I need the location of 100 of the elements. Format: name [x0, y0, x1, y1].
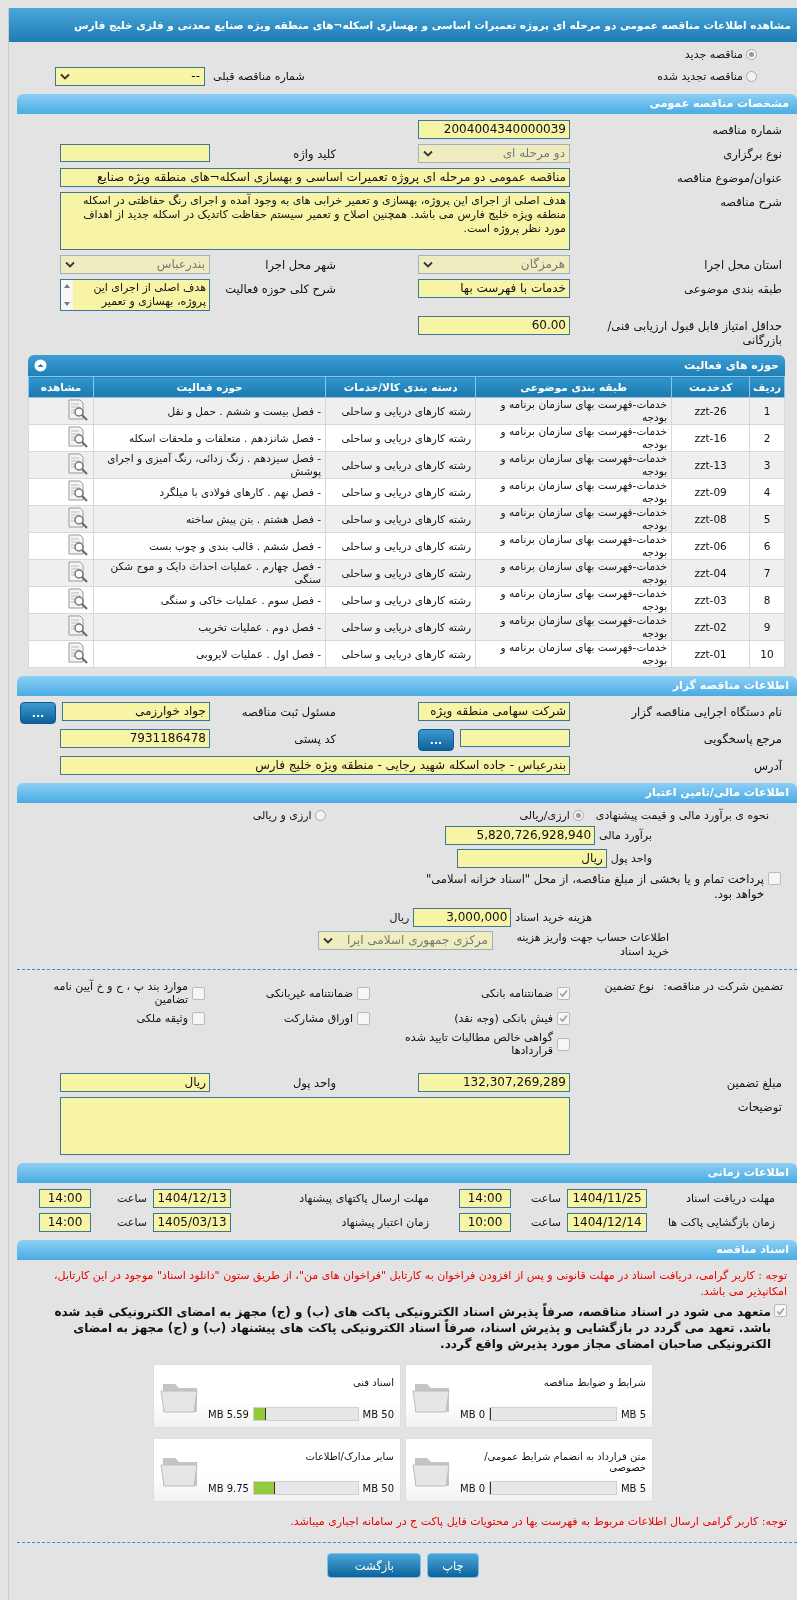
table-cell: رشته کارهای دریایی و ساحلی — [325, 559, 476, 587]
input-field[interactable]: شرکت سهامی منطقه ویژه — [418, 702, 570, 721]
checkbox[interactable] — [192, 1012, 205, 1025]
browse-button[interactable]: ... — [20, 702, 56, 724]
column-header: ردیف — [749, 376, 785, 398]
document-search-icon[interactable] — [65, 533, 90, 556]
table-cell: رشته کارهای دریایی و ساحلی — [325, 505, 476, 533]
field-label: هزینه خرید اسناد — [515, 911, 592, 924]
chevron-down-icon — [65, 261, 75, 268]
section-header: اطلاعات زمانی — [17, 1163, 797, 1183]
column-header: کدخدمت — [671, 376, 750, 398]
input-field[interactable]: 60.00 — [418, 316, 570, 335]
field-label: تضمین شرکت در مناقصه: — [662, 980, 783, 993]
input-field[interactable]: ریال — [456, 849, 607, 868]
size-limit: 5 MB — [620, 1408, 646, 1420]
checkbox[interactable] — [768, 872, 781, 885]
document-search-icon[interactable] — [65, 506, 90, 529]
field-label: شرح کلی حوزه فعالیت — [224, 281, 336, 296]
document-search-icon[interactable] — [65, 587, 90, 610]
action-button[interactable]: بازگشت — [327, 1553, 422, 1578]
date-field[interactable]: 1405/03/13 — [153, 1213, 231, 1232]
document-search-icon[interactable] — [65, 641, 90, 664]
input-field[interactable]: 2004004340000039 — [418, 120, 570, 139]
radio-button[interactable] — [314, 810, 326, 821]
table-cell: خدمات-فهرست بهای سازمان برنامه و بودجه — [475, 451, 672, 479]
checkbox[interactable] — [774, 1304, 787, 1317]
checkbox-label: متعهد می شود در اسناد مناقصه، صرفاً پذیرش اسناد الکترونیکی پاکت های (ب) و (ج) مجهز به امضای الکترونیکی قید شده باشد. تعهد می گردد در بازگشایی و پذیرش اسناد، صرفاً اسناد الکترونیکی پاکت های پیشنهاد (ب) و (ج) مجهز به امضای الکترونیکی صاحبان امضای مجاز مورد پذیرش واقع گردد. — [53, 1304, 771, 1352]
table-cell: zzt-02 — [671, 613, 750, 641]
input-field[interactable]: خدمات با فهرست بها — [418, 279, 570, 298]
text-area[interactable]: هدف اصلی از اجرای این پروژه، بهسازی و تعمیر — [60, 279, 210, 311]
input-field[interactable] — [460, 729, 570, 747]
radio-button[interactable] — [746, 49, 757, 60]
field-label: توضیحات — [736, 1099, 782, 1114]
collapse-icon[interactable] — [34, 359, 47, 372]
document-search-icon[interactable] — [65, 452, 90, 475]
time-field[interactable]: 14:00 — [459, 1189, 511, 1208]
table-cell: 4 — [749, 478, 785, 506]
table-cell: - فصل بیست و ششم . حمل و نقل — [93, 397, 326, 425]
checkbox[interactable] — [557, 1012, 570, 1025]
table-cell: - فصل سیزدهم . زنگ زدائی، رنگ آمیزی و اجرای پوشش — [93, 451, 326, 479]
checkbox[interactable] — [557, 986, 570, 1000]
browse-button[interactable]: ... — [418, 729, 454, 751]
table-cell: رشته کارهای دریایی و ساحلی — [325, 640, 476, 668]
input-field[interactable] — [60, 144, 210, 162]
table-cell: رشته کارهای دریایی و ساحلی — [325, 424, 476, 452]
document-search-icon[interactable] — [65, 398, 90, 421]
input-field[interactable]: بندرعباس - جاده اسکله شهید رجایی - منطقه ویژه خلیج فارس — [60, 756, 570, 775]
size-used: 5.59 MB — [208, 1408, 249, 1420]
date-field[interactable]: 1404/12/14 — [567, 1213, 647, 1232]
document-title: شرایط و ضوابط مناقصه — [542, 1377, 646, 1388]
input-field[interactable]: 132,307,269,289 — [418, 1073, 570, 1092]
time-field[interactable]: 14:00 — [39, 1189, 91, 1208]
field-label: مبلغ تضمین — [725, 1075, 782, 1090]
text-area[interactable]: هدف اصلی از اجرای این پروژه، بهسازی و تعمیر خرابی های به وجود آمده و اجرای رنگ حفاظتی در اسکله منطقه ویژه خلیج فارس می باشد. همچنین اصلاح و تعمیر سیستم حفاظت کاتدیک در اسکله جدید از اهداف مورد نظر پروژه است. — [60, 192, 570, 250]
notice-text: توجه: کاربر گرامی ارسال اطلاعات مربوط به فهرست بها در محتویات فایل پاکت ج در سامانه اجباری میباشد. — [289, 1514, 788, 1530]
checkbox[interactable] — [557, 1037, 570, 1051]
input-field[interactable]: جواد خوارزمی — [62, 702, 210, 721]
checkbox-label: فیش بانکی (وجه نقد) — [454, 1012, 553, 1025]
scrollbar[interactable] — [61, 280, 73, 310]
checkbox-label: موارد بند پ ، ح و خ آیین نامه تضامین — [52, 980, 188, 1006]
time-field[interactable]: 14:00 — [39, 1213, 91, 1232]
column-header: مشاهده — [28, 376, 94, 398]
radio-button[interactable] — [746, 71, 757, 82]
chevron-down-icon — [323, 937, 333, 944]
date-field[interactable]: 1404/12/13 — [153, 1189, 231, 1208]
input-field[interactable]: ریال — [60, 1073, 210, 1092]
table-cell: - فصل اول . عملیات لایروبی — [93, 640, 326, 668]
input-field[interactable]: 3,000,000 — [413, 908, 512, 927]
input-field[interactable]: 5,820,726,928,940 — [445, 826, 595, 845]
checkbox[interactable] — [192, 986, 205, 1000]
field-label: واحد پول — [610, 852, 652, 865]
text-area[interactable] — [60, 1097, 570, 1155]
field-label: استان محل اجرا — [703, 257, 782, 272]
radio-button[interactable] — [572, 810, 584, 821]
checkbox-label: اوراق مشارکت — [283, 1012, 353, 1025]
column-header: دسته بندی کالا/خدمات — [325, 376, 476, 398]
chevron-down-icon — [60, 73, 70, 80]
table-cell: رشته کارهای دریایی و ساحلی — [325, 451, 476, 479]
field-label: مسئول ثبت مناقصه — [240, 704, 336, 719]
time-field[interactable]: 10:00 — [459, 1213, 511, 1232]
table-cell: 8 — [749, 586, 785, 614]
field-label: نحوه ی برآورد مالی و قیمت پیشنهادی — [595, 809, 769, 822]
checkbox[interactable] — [357, 986, 370, 1000]
dropdown[interactable]: -- — [55, 67, 205, 86]
field-label: واحد پول — [291, 1075, 336, 1090]
field-label: اطلاعات حساب جهت واریز هزینه خرید اسناد — [515, 931, 669, 959]
input-field[interactable]: مناقصه عمومی دو مرحله ای پروژه تعمیرات اساسی و بهسازی اسکله¬های منطقه ویژه صنایع — [60, 168, 570, 187]
date-field[interactable]: 1404/11/25 — [567, 1189, 647, 1208]
field-label: شرح مناقصه — [719, 194, 782, 209]
document-search-icon[interactable] — [65, 479, 90, 502]
action-button[interactable]: چاپ — [427, 1553, 479, 1578]
document-search-icon[interactable] — [65, 560, 90, 583]
document-search-icon[interactable] — [65, 614, 90, 637]
table-cell: 3 — [749, 451, 785, 479]
checkbox[interactable] — [357, 1012, 370, 1025]
column-header: طبقه بندی موضوعی — [475, 376, 672, 398]
table-cell: zzt-04 — [671, 559, 750, 587]
input-field[interactable]: 7931186478 — [60, 729, 210, 748]
size-used: 0 MB — [460, 1408, 486, 1420]
document-search-icon[interactable] — [65, 425, 90, 448]
